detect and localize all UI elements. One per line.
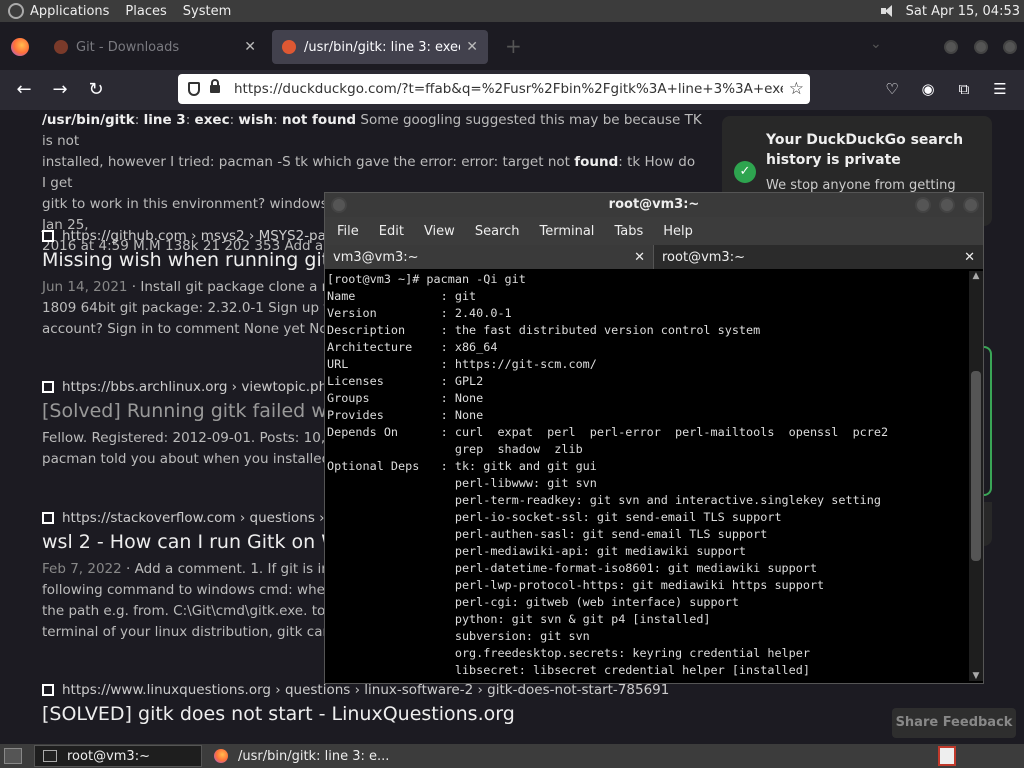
git-favicon-icon — [54, 40, 68, 54]
url-text[interactable]: https://duckduckgo.com/?t=ffab&q=%2Fusr%… — [234, 81, 783, 97]
window-menu-button[interactable] — [331, 197, 347, 213]
top-panel: Applications Places System Sat Apr 15, 0… — [0, 0, 1024, 22]
search-result: https://www.linuxquestions.org › questio… — [42, 682, 702, 725]
minimize-button[interactable] — [915, 197, 931, 213]
result-source[interactable]: https://www.linuxquestions.org › questio… — [42, 682, 702, 698]
applications-menu[interactable]: Applications — [30, 4, 109, 19]
hamburger-menu-icon[interactable]: ☰ — [991, 80, 1009, 98]
firefox-icon[interactable] — [11, 38, 29, 56]
terminal-tab-vm3[interactable]: vm3@vm3:~ ✕ — [325, 245, 654, 269]
back-button[interactable]: ← — [12, 78, 36, 102]
scroll-down-arrow-icon[interactable]: ▼ — [971, 671, 981, 681]
terminal-title: root@vm3:~ — [608, 197, 700, 212]
close-window-button[interactable] — [963, 197, 979, 213]
maximize-button[interactable] — [939, 197, 955, 213]
menu-edit[interactable]: Edit — [379, 224, 404, 239]
account-icon[interactable]: ◉ — [919, 80, 937, 98]
bookmark-star-icon[interactable]: ☆ — [789, 79, 804, 99]
places-menu[interactable]: Places — [125, 4, 166, 19]
scrollbar-thumb[interactable] — [971, 371, 981, 561]
extensions-icon[interactable]: ⧉ — [955, 80, 973, 98]
terminal-tab-root[interactable]: root@vm3:~ ✕ — [654, 245, 983, 269]
firefox-icon — [214, 749, 228, 763]
close-icon[interactable]: ✕ — [634, 250, 645, 265]
url-bar[interactable]: https://duckduckgo.com/?t=ffab&q=%2Fusr%… — [178, 74, 810, 104]
taskbar: root@vm3:~ /usr/bin/gitk: line 3: e... — [0, 744, 1024, 768]
terminal-window: root@vm3:~ File Edit View Search Termina… — [324, 192, 984, 684]
terminal-icon — [43, 750, 57, 762]
forward-button[interactable]: → — [48, 78, 72, 102]
clock[interactable]: Sat Apr 15, 04:53 — [906, 4, 1020, 19]
menu-file[interactable]: File — [337, 224, 359, 239]
menu-view[interactable]: View — [424, 224, 455, 239]
chevron-down-icon[interactable]: ⌄ — [870, 36, 882, 52]
taskbar-item-terminal[interactable]: root@vm3:~ — [34, 745, 202, 767]
close-window-button[interactable] — [1003, 40, 1017, 54]
new-tab-button[interactable]: + — [505, 34, 522, 58]
scroll-up-arrow-icon[interactable]: ▲ — [971, 271, 981, 281]
privacy-heading: Your DuckDuckGo search history is privat… — [766, 132, 964, 168]
reload-button[interactable]: ↻ — [84, 78, 108, 102]
close-icon[interactable]: ✕ — [964, 250, 975, 265]
site-favicon-icon — [42, 684, 54, 696]
minimize-button[interactable] — [944, 40, 958, 54]
menu-tabs[interactable]: Tabs — [614, 224, 643, 239]
menu-help[interactable]: Help — [663, 224, 693, 239]
close-icon[interactable]: ✕ — [466, 39, 478, 55]
duckduckgo-favicon-icon — [282, 40, 296, 54]
shield-icon[interactable] — [188, 82, 200, 96]
pocket-icon[interactable]: ♡ — [883, 80, 901, 98]
terminal-scrollbar[interactable]: ▲ ▼ — [969, 271, 983, 681]
terminal-titlebar[interactable]: root@vm3:~ — [325, 193, 983, 217]
tab-gitk-search[interactable]: /usr/bin/gitk: line 3: exec: wi ✕ — [272, 30, 488, 64]
distro-logo-icon[interactable] — [8, 3, 24, 19]
site-favicon-icon — [42, 381, 54, 393]
menu-search[interactable]: Search — [475, 224, 520, 239]
workspace-switcher-icon[interactable] — [938, 746, 956, 766]
maximize-button[interactable] — [974, 40, 988, 54]
close-icon[interactable]: ✕ — [244, 39, 256, 55]
terminal-tabs: vm3@vm3:~ ✕ root@vm3:~ ✕ — [325, 245, 983, 269]
tab-title: /usr/bin/gitk: line 3: exec: wi — [304, 39, 460, 55]
tab-git-downloads[interactable]: Git - Downloads ✕ — [44, 30, 266, 64]
volume-icon[interactable] — [880, 3, 896, 19]
share-feedback-button[interactable]: Share Feedback — [892, 708, 1016, 738]
terminal-menubar: File Edit View Search Terminal Tabs Help — [325, 217, 983, 245]
tab-title: Git - Downloads — [76, 39, 180, 55]
lock-icon[interactable] — [210, 79, 220, 93]
terminal-output[interactable]: [root@vm3 ~]# pacman -Qi git Name : git … — [327, 271, 967, 681]
result-title-link[interactable]: [SOLVED] gitk does not start - LinuxQues… — [42, 703, 702, 725]
check-icon: ✓ — [734, 161, 756, 183]
taskbar-item-firefox[interactable]: /usr/bin/gitk: line 3: e... — [206, 745, 402, 767]
site-favicon-icon — [42, 230, 54, 242]
show-desktop-icon[interactable] — [4, 748, 22, 764]
system-menu[interactable]: System — [183, 4, 231, 19]
menu-terminal[interactable]: Terminal — [539, 224, 594, 239]
site-favicon-icon — [42, 512, 54, 524]
